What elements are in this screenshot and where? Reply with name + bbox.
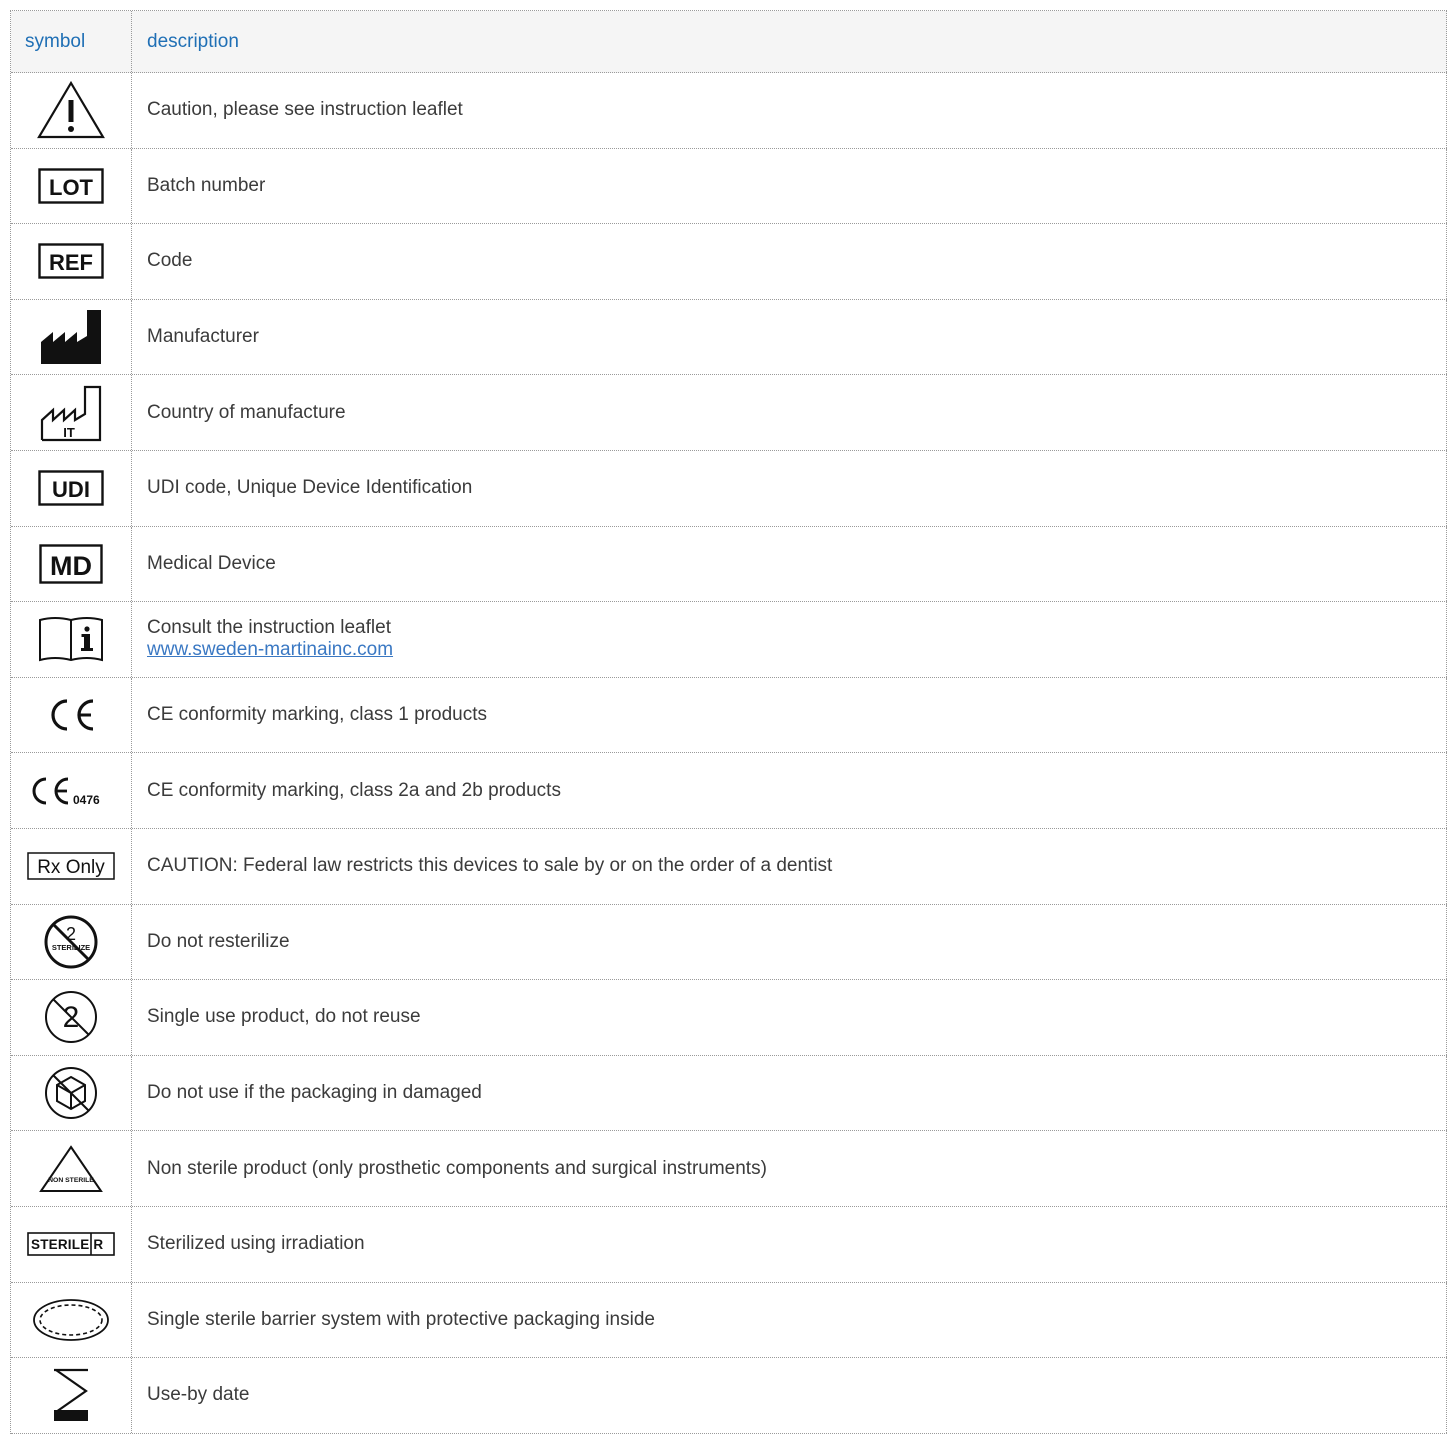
rx-only-icon: Rx Only <box>27 852 115 880</box>
header-description: description <box>132 11 1447 72</box>
row-description: Use-by date <box>132 1358 1447 1433</box>
table-row: Caution, please see instruction leaflet <box>11 73 1447 149</box>
row-description: Medical Device <box>132 526 1447 602</box>
table-row: Use-by date <box>11 1358 1447 1434</box>
row-description: Manufacturer <box>132 299 1447 375</box>
table-row: IT Country of manufacture <box>11 375 1447 451</box>
do-not-resterilize-icon: 2 STERILIZE <box>44 915 98 969</box>
sterile-r-icon: STERILE R <box>27 1232 115 1257</box>
row-description: CE conformity marking, class 1 products <box>132 677 1447 753</box>
row-description: UDI code, Unique Device Identification <box>132 450 1447 526</box>
use-by-date-icon <box>54 1369 88 1422</box>
row-description: Country of manufacture <box>132 375 1447 450</box>
non-sterile-mark: NON STERILE <box>48 1177 94 1184</box>
single-use-icon: 2 <box>45 991 97 1044</box>
table-row: CE conformity marking, class 1 products <box>11 677 1447 754</box>
md-icon: MD <box>39 544 103 584</box>
rx-only-mark: Rx Only <box>37 857 105 878</box>
damaged-packaging-icon <box>45 1067 97 1120</box>
website-link[interactable]: www.sweden-martinainc.com <box>147 639 1446 661</box>
manufacturer-icon <box>41 310 101 365</box>
country-mark: IT <box>63 425 75 440</box>
non-sterile-icon: NON STERILE <box>39 1144 103 1192</box>
sterile-barrier-icon <box>33 1298 109 1341</box>
table-row: Do not use if the packaging in damaged <box>11 1055 1447 1132</box>
table-row: 0476 CE conformity marking, class 2a and… <box>11 753 1447 829</box>
ref-mark: REF <box>49 250 93 275</box>
row-description: Single use product, do not reuse <box>132 980 1447 1055</box>
table-row: Rx Only CAUTION: Federal law restricts t… <box>11 828 1447 905</box>
row-description: Do not resterilize <box>132 904 1447 980</box>
lot-icon: LOT <box>38 168 104 204</box>
ce-notified-body: 0476 <box>73 793 100 806</box>
row-description: CE conformity marking, class 2a and 2b p… <box>132 753 1447 828</box>
caution-icon <box>37 81 105 139</box>
row-description: Non sterile product (only prosthetic com… <box>132 1131 1447 1206</box>
md-mark: MD <box>50 551 92 581</box>
country-of-manufacture-icon: IT <box>40 385 102 441</box>
lot-mark: LOT <box>49 175 94 200</box>
resterilize-mark: STERILIZE <box>52 943 90 952</box>
row-description: CAUTION: Federal law restricts this devi… <box>132 828 1447 904</box>
row-description: Caution, please see instruction leaflet <box>132 73 1447 148</box>
table-header: symbol description <box>11 11 1447 73</box>
row-description: Code <box>132 224 1447 299</box>
row-description: Batch number <box>132 148 1447 224</box>
consult-leaflet-icon <box>39 617 103 662</box>
sterile-r-mark: STERILE R <box>31 1237 103 1252</box>
table-row: 2 STERILIZE Do not resterilize <box>11 904 1447 981</box>
table-row: Manufacturer <box>11 299 1447 376</box>
table-row: 2 Single use product, do not reuse <box>11 980 1447 1056</box>
row-description: Single sterile barrier system with prote… <box>132 1282 1447 1358</box>
table-row: Consult the instruction leaflet www.swed… <box>11 602 1447 678</box>
ref-icon: REF <box>38 243 104 280</box>
table-row: Single sterile barrier system with prote… <box>11 1282 1447 1359</box>
table-row: LOT Batch number <box>11 148 1447 225</box>
table-row: STERILE R Sterilized using irradiation <box>11 1206 1447 1283</box>
table-row: MD Medical Device <box>11 526 1447 603</box>
row-description: Consult the instruction leaflet <box>147 617 391 639</box>
row-description: Do not use if the packaging in damaged <box>132 1055 1447 1131</box>
symbols-table: symbol description Caution, please see i… <box>10 10 1447 1434</box>
udi-mark: UDI <box>52 477 90 502</box>
table-row: NON STERILE Non sterile product (only pr… <box>11 1131 1447 1207</box>
row-description: Sterilized using irradiation <box>132 1206 1447 1282</box>
ce-icon <box>51 699 94 731</box>
table-row: REF Code <box>11 224 1447 300</box>
header-symbol: symbol <box>11 11 132 72</box>
udi-icon: UDI <box>38 470 104 506</box>
table-row: UDI UDI code, Unique Device Identificati… <box>11 450 1447 527</box>
ce-0476-icon: 0476 <box>32 777 100 806</box>
